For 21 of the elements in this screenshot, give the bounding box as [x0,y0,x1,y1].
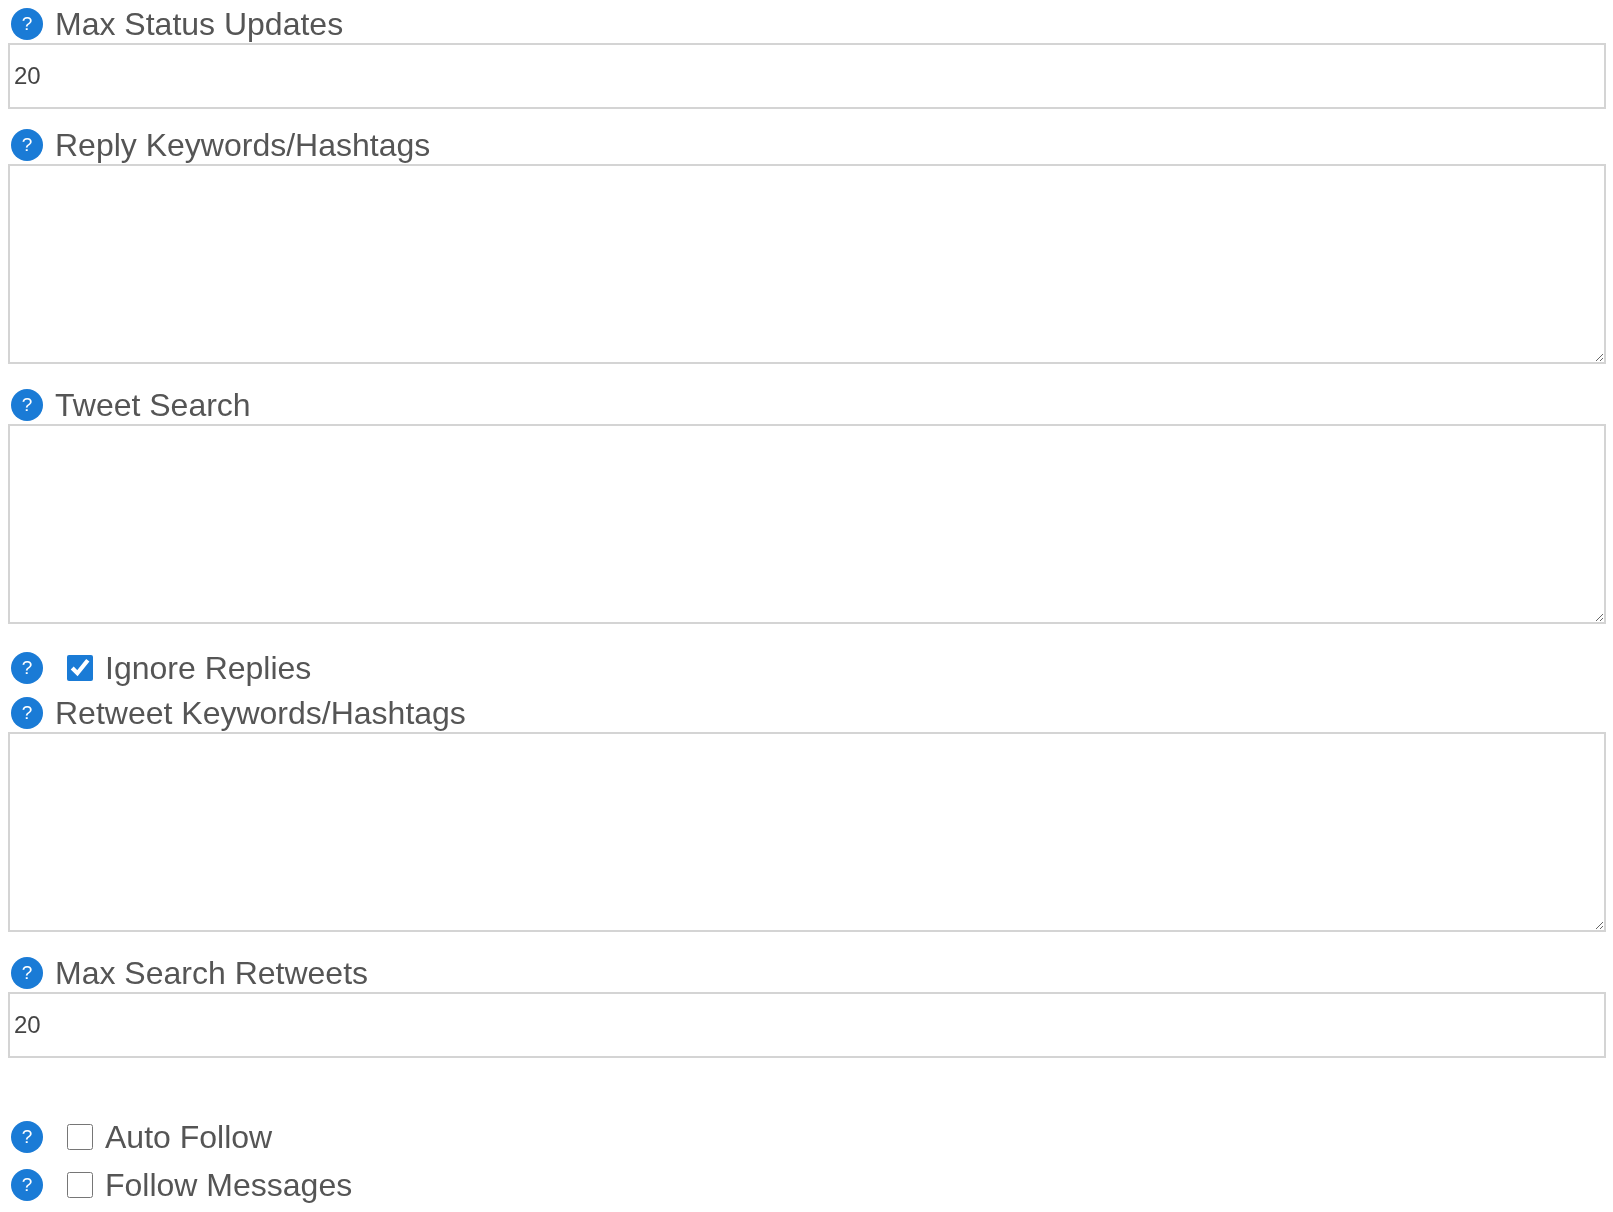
field-label: Max Status Updates [55,5,344,43]
checkbox[interactable] [67,1172,93,1198]
help-icon[interactable]: ? [11,697,43,729]
help-icon[interactable]: ? [11,389,43,421]
help-icon[interactable]: ? [11,1121,43,1153]
checkbox-label: Follow Messages [105,1166,353,1204]
checkbox-label: Auto Follow [105,1118,273,1156]
input-field[interactable]: 20 [8,992,1606,1058]
field-label: Retweet Keywords/Hashtags [55,694,466,732]
field-label: Max Search Retweets [55,954,368,992]
field-label: Tweet Search [55,386,251,424]
checkbox-label: Ignore Replies [105,649,312,687]
help-icon[interactable]: ? [11,129,43,161]
help-icon[interactable]: ? [11,8,43,40]
checkbox[interactable] [67,655,93,681]
help-icon[interactable]: ? [11,652,43,684]
help-icon[interactable]: ? [11,957,43,989]
input-field[interactable]: 20 [8,43,1606,109]
help-icon[interactable]: ? [11,1169,43,1201]
field-label: Reply Keywords/Hashtags [55,126,431,164]
checkbox[interactable] [67,1124,93,1150]
